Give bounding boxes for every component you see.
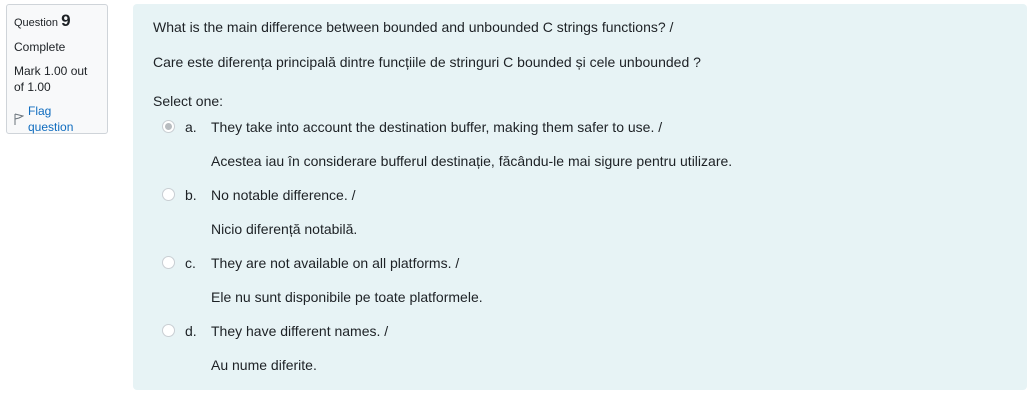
option-text-en: No notable difference. /: [211, 187, 356, 203]
select-one-prompt: Select one:: [153, 93, 224, 109]
option-letter: d.: [185, 323, 197, 339]
question-info: Question 9 Complete Mark 1.00 out of 1.0…: [6, 4, 108, 134]
flag-question-link[interactable]: Flag question: [14, 103, 100, 135]
question-state: Complete: [14, 40, 66, 54]
answer-option-d[interactable]: d. They have different names. / Au nume di…: [153, 322, 1007, 374]
radio-button[interactable]: [162, 120, 175, 133]
option-text-en: They have different names. /: [211, 323, 389, 339]
option-text-en: They take into account the destination b…: [211, 119, 663, 135]
radio-button[interactable]: [162, 324, 175, 337]
answer-option-a[interactable]: a. They take into account the destination…: [153, 118, 1007, 170]
option-letter: a.: [185, 119, 197, 135]
answer-option-b[interactable]: b. No notable difference. / Nicio diferenț…: [153, 186, 1007, 238]
option-letter: b.: [185, 187, 197, 203]
answer-option-c[interactable]: c. They are not available on all platform…: [153, 254, 1007, 306]
option-text-en: They are not available on all platforms.…: [211, 255, 460, 271]
option-text-ro: Acestea iau în considerare bufferul dest…: [211, 153, 733, 169]
option-text-ro: Nicio diferență notabilă.: [211, 221, 358, 237]
option-text-ro: Au nume diferite.: [211, 357, 317, 373]
question-number: Question 9: [14, 11, 71, 30]
option-text-ro: Ele nu sunt disponibile pe toate platfor…: [211, 289, 483, 305]
radio-button[interactable]: [162, 256, 175, 269]
question-mark: Mark 1.00 out of 1.00: [14, 64, 88, 94]
question-text-en: What is the main difference between boun…: [153, 19, 674, 35]
flag-icon: [14, 113, 24, 125]
question-text-ro: Care este diferența principală dintre fu…: [153, 54, 701, 70]
option-letter: c.: [185, 255, 196, 271]
question-content: What is the main difference between boun…: [133, 4, 1027, 390]
radio-button[interactable]: [162, 188, 175, 201]
